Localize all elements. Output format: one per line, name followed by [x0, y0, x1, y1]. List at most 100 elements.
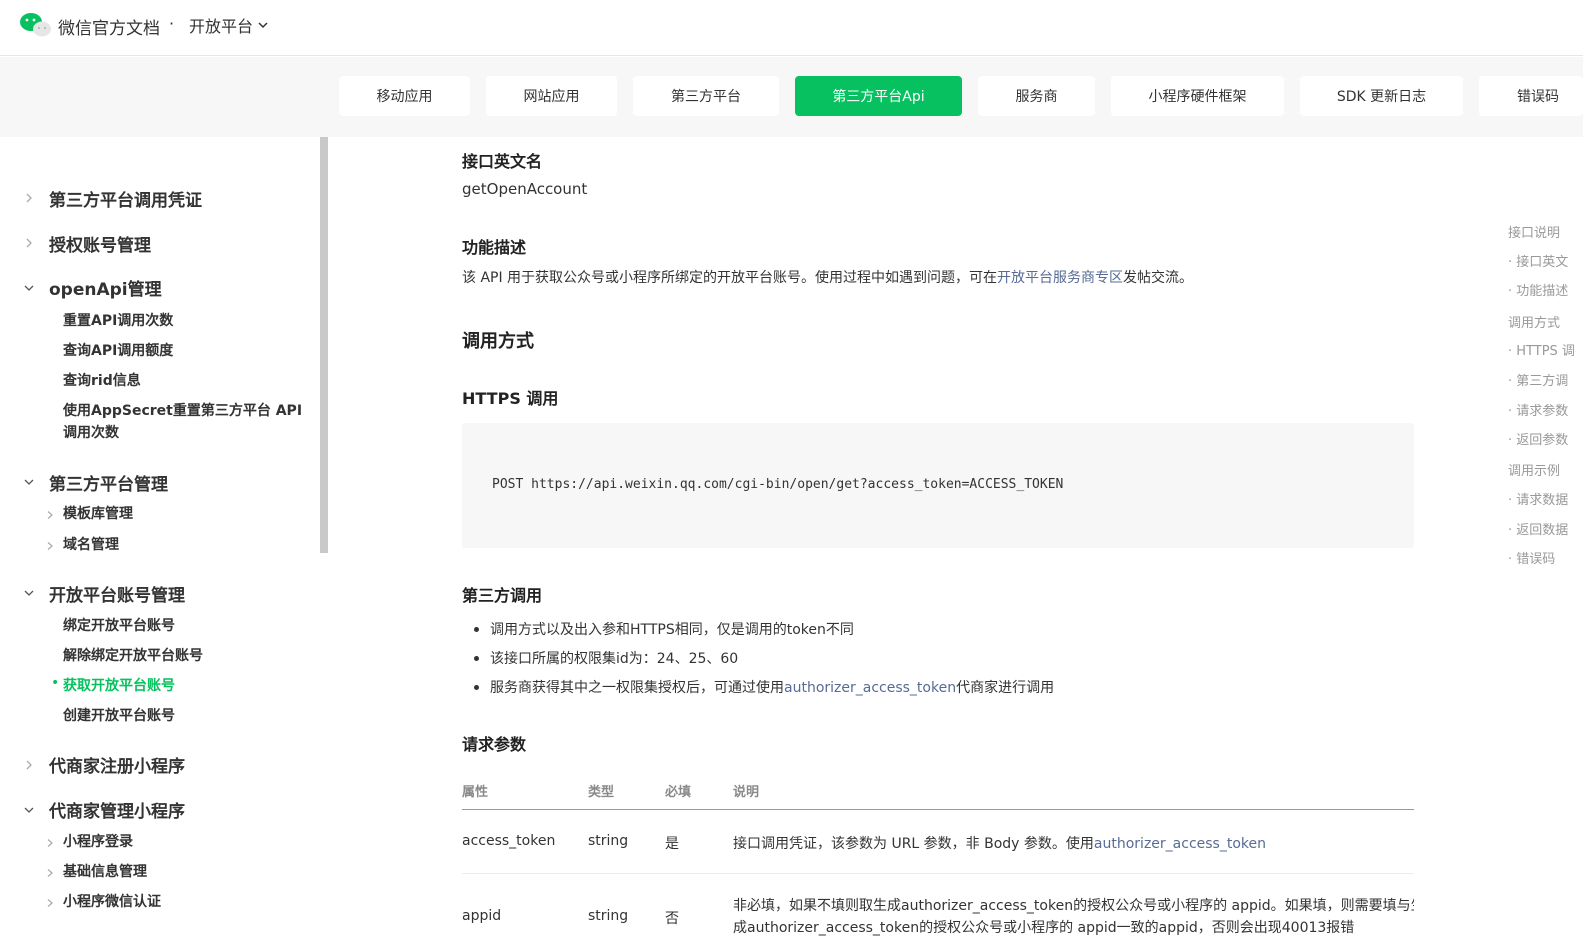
toc-item[interactable]: · 功能描述 — [1508, 280, 1568, 299]
third-party-heading: 第三方调用 — [462, 586, 543, 605]
toc-item[interactable]: 调用方式 — [1508, 312, 1560, 331]
toc-item[interactable]: · 返回参数 — [1508, 429, 1568, 448]
chevron-right-icon[interactable] — [45, 898, 55, 908]
desc-text: 该 API 用于获取公众号或小程序所绑定的开放平台账号。使用过程中如遇到问题，可… — [462, 270, 998, 286]
param-required: 是 — [665, 836, 679, 852]
header-separator: · — [169, 14, 175, 33]
authorizer-token-link[interactable]: authorizer_access_token — [784, 680, 956, 696]
desc-tail: 发帖交流。 — [1123, 270, 1194, 286]
wechat-logo-icon[interactable] — [19, 12, 53, 38]
param-desc-text: 接口调用凭证，该参数为 URL 参数，非 Body 参数。使用 — [733, 836, 1094, 852]
param-type: string — [588, 833, 629, 849]
toc-item[interactable]: 接口说明 — [1508, 222, 1560, 241]
sidebar-item-domain-management[interactable]: 域名管理 — [63, 534, 119, 556]
api-name-heading: 接口英文名 — [462, 152, 543, 171]
table-of-contents: 接口说明 · 接口英文 · 功能描述 调用方式 · HTTPS 调 · 第三方调… — [1508, 137, 1583, 737]
sidebar-item-miniprogram-login[interactable]: 小程序登录 — [63, 831, 133, 853]
sidebar: 第三方平台调用凭证 授权账号管理 openApi管理 重置API调用次数 查询A… — [0, 137, 328, 939]
active-bullet-icon: • — [51, 675, 60, 691]
authorizer-token-link[interactable]: authorizer_access_token — [1094, 836, 1266, 852]
chevron-right-icon[interactable] — [23, 192, 35, 204]
table-header-desc: 说明 — [733, 785, 760, 800]
main-content: 接口英文名 getOpenAccount 功能描述 该 API 用于获取公众号或… — [462, 137, 1414, 939]
toc-item[interactable]: · 接口英文 — [1508, 251, 1568, 270]
sidebar-item-reset-with-appsecret[interactable]: 使用AppSecret重置第三方平台 API — [63, 400, 302, 422]
sidebar-group-manage-miniprogram[interactable]: 代商家管理小程序 — [49, 797, 185, 822]
chevron-down-icon[interactable] — [23, 804, 35, 816]
param-desc-line2: 成authorizer_access_token的授权公众号或小程序的 appi… — [733, 920, 1355, 936]
toc-item[interactable]: · 返回数据 — [1508, 519, 1568, 538]
chevron-right-icon[interactable] — [23, 237, 35, 249]
tab-service-provider[interactable]: 服务商 — [978, 76, 1095, 116]
chevron-right-icon[interactable] — [45, 541, 55, 551]
sidebar-item-query-rid[interactable]: 查询rid信息 — [63, 370, 141, 392]
category-tabs: 移动应用 网站应用 第三方平台 第三方平台Api 服务商 小程序硬件框架 SDK… — [0, 57, 1583, 137]
service-zone-link[interactable]: 开放平台服务商专区 — [997, 270, 1123, 286]
brand-title[interactable]: 微信官方文档 — [58, 14, 160, 39]
sidebar-item-template-library[interactable]: 模板库管理 — [63, 503, 133, 525]
tab-error-codes[interactable]: 错误码 — [1479, 76, 1583, 116]
chevron-right-icon[interactable] — [45, 838, 55, 848]
platform-switcher[interactable]: 开放平台 — [189, 13, 269, 37]
toc-item[interactable]: · 第三方调 — [1508, 370, 1568, 389]
desc-heading: 功能描述 — [462, 238, 527, 257]
sidebar-item-get-open-account[interactable]: 获取开放平台账号 — [63, 675, 175, 697]
code-block: POST https://api.weixin.qq.com/cgi-bin/o… — [462, 423, 1414, 548]
chevron-down-icon[interactable] — [23, 282, 35, 294]
tab-third-party-platform[interactable]: 第三方平台 — [633, 76, 779, 116]
param-required: 否 — [665, 911, 679, 927]
desc-paragraph: 该 API 用于获取公众号或小程序所绑定的开放平台账号。使用过程中如遇到问题，可… — [462, 267, 1193, 287]
chevron-down-icon[interactable] — [23, 587, 35, 599]
toc-item[interactable]: · 请求参数 — [1508, 400, 1568, 419]
chevron-right-icon[interactable] — [45, 510, 55, 520]
toc-item[interactable]: · 错误码 — [1508, 548, 1555, 567]
sidebar-group-platform-management[interactable]: 第三方平台管理 — [49, 470, 168, 495]
sidebar-group-register-miniprogram[interactable]: 代商家注册小程序 — [49, 752, 185, 777]
tab-mobile-app[interactable]: 移动应用 — [339, 76, 470, 116]
bullet-text: 代商家进行调用 — [956, 680, 1055, 696]
sidebar-item-basic-info[interactable]: 基础信息管理 — [63, 861, 147, 883]
chevron-down-icon[interactable] — [23, 476, 35, 488]
top-bar: 微信官方文档 · 开放平台 — [0, 0, 1583, 56]
api-name: getOpenAccount — [462, 180, 588, 198]
sidebar-item-bind-open-account[interactable]: 绑定开放平台账号 — [63, 615, 175, 637]
sidebar-item-create-open-account[interactable]: 创建开放平台账号 — [63, 705, 175, 727]
param-desc-line1: 非必填，如果不填则取生成authorizer_access_token的授权公众… — [733, 898, 1414, 914]
sidebar-group-authorized-accounts[interactable]: 授权账号管理 — [49, 231, 151, 256]
chevron-right-icon[interactable] — [23, 759, 35, 771]
call-heading: 调用方式 — [462, 331, 534, 352]
sidebar-item-wechat-verification[interactable]: 小程序微信认证 — [63, 891, 161, 913]
row-divider — [462, 873, 1414, 874]
bullet-text: 服务商获得其中之一权限集授权后，可通过使用 — [490, 680, 784, 696]
https-heading: HTTPS 调用 — [462, 389, 559, 408]
toc-item[interactable]: · 请求数据 — [1508, 489, 1568, 508]
param-name: access_token — [462, 833, 556, 849]
chevron-down-icon — [258, 22, 268, 29]
list-item: 该接口所属的权限集id为：24、25、60 — [473, 648, 738, 668]
toc-item[interactable]: 调用示例 — [1508, 460, 1560, 479]
param-desc: 接口调用凭证，该参数为 URL 参数，非 Body 参数。使用authorize… — [733, 833, 1266, 853]
sidebar-item-reset-with-appsecret-cont[interactable]: 调用次数 — [63, 422, 119, 444]
param-type: string — [588, 908, 629, 924]
tab-website-app[interactable]: 网站应用 — [486, 76, 617, 116]
sidebar-item-unbind-open-account[interactable]: 解除绑定开放平台账号 — [63, 645, 203, 667]
list-item: 服务商获得其中之一权限集授权后，可通过使用authorizer_access_t… — [473, 677, 1055, 697]
platform-label: 开放平台 — [189, 17, 254, 36]
param-name: appid — [462, 908, 502, 924]
sidebar-group-openapi[interactable]: openApi管理 — [49, 275, 162, 300]
table-header-type: 类型 — [588, 785, 615, 800]
sidebar-group-credentials[interactable]: 第三方平台调用凭证 — [49, 186, 202, 211]
tab-third-party-api[interactable]: 第三方平台Api — [795, 76, 962, 116]
chevron-right-icon[interactable] — [45, 868, 55, 878]
list-item: 调用方式以及出入参和HTTPS相同，仅是调用的token不同 — [474, 619, 854, 639]
tab-sdk-changelog[interactable]: SDK 更新日志 — [1300, 76, 1463, 116]
toc-item[interactable]: · HTTPS 调 — [1508, 340, 1575, 359]
tab-miniprogram-hardware[interactable]: 小程序硬件框架 — [1111, 76, 1284, 116]
sidebar-item-query-api-quota[interactable]: 查询API调用额度 — [63, 340, 173, 362]
sidebar-scrollbar[interactable] — [320, 137, 328, 553]
params-heading: 请求参数 — [462, 735, 527, 754]
table-header-attr: 属性 — [462, 785, 489, 800]
sidebar-group-open-account[interactable]: 开放平台账号管理 — [49, 581, 185, 606]
sidebar-item-reset-api-quota[interactable]: 重置API调用次数 — [63, 310, 173, 332]
table-header-divider — [462, 809, 1414, 810]
